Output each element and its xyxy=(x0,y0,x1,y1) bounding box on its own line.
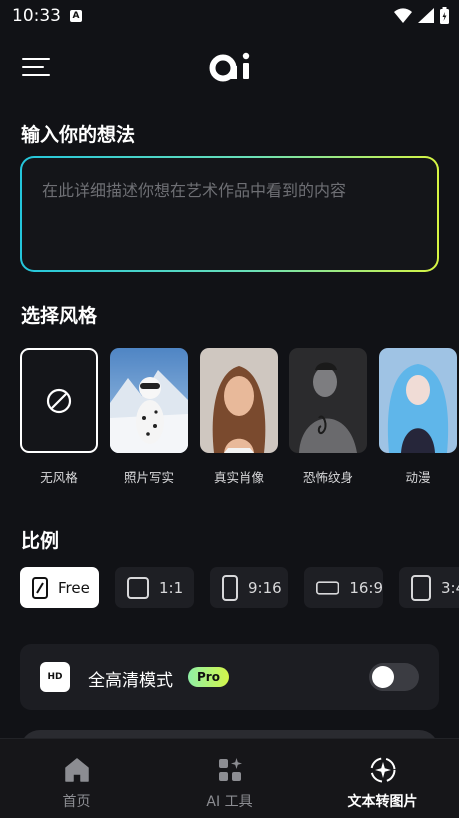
apps-sparkle-icon xyxy=(218,758,242,781)
style-label: 动漫 xyxy=(405,470,431,485)
status-icons xyxy=(394,7,449,24)
tattoo-man-thumbnail xyxy=(289,348,367,453)
app-logo xyxy=(209,52,250,82)
style-label: 恐怖纹身 xyxy=(302,470,353,485)
menu-button[interactable] xyxy=(22,58,50,78)
style-card-portrait[interactable]: 真实肖像 xyxy=(200,348,278,486)
home-icon xyxy=(64,758,89,782)
style-card-anime[interactable]: 动漫 xyxy=(379,348,457,486)
nav-item-home[interactable]: 首页 xyxy=(0,739,153,818)
photo-dog-thumbnail xyxy=(110,348,188,453)
square-ratio-icon xyxy=(127,576,149,599)
style-thumb-none xyxy=(20,348,98,453)
hd-mode-label: 全高清模式 xyxy=(88,671,173,691)
ratio-chip-1-1[interactable]: 1:1 xyxy=(115,567,194,608)
prompt-input[interactable] xyxy=(40,180,423,201)
prompt-box[interactable] xyxy=(20,156,439,272)
pro-badge: Pro xyxy=(188,667,229,687)
hd-icon: HD xyxy=(40,662,70,692)
prompt-title: 输入你的想法 xyxy=(21,124,136,146)
ratio-chip-free[interactable]: Free xyxy=(20,567,99,608)
ratio-label: 1:1 xyxy=(159,578,184,597)
ratio-chip-3-4[interactable]: 3:4 xyxy=(399,567,459,608)
notification-icon: A xyxy=(70,10,82,22)
nav-label: 文本转图片 xyxy=(347,794,418,810)
hd-mode-panel: HD 全高清模式 Pro xyxy=(20,644,439,710)
status-time: 10:33 xyxy=(12,6,61,26)
ratio-label: 3:4 xyxy=(441,578,459,597)
signal-icon xyxy=(418,8,434,23)
ratio-label: 16:9 xyxy=(349,578,383,597)
nav-item-ai-tools[interactable]: AI 工具 xyxy=(153,739,306,818)
portrait-ratio-icon xyxy=(411,574,431,601)
style-card-tattoo[interactable]: 恐怖纹身 xyxy=(289,348,367,486)
style-section-title: 选择风格 xyxy=(21,305,98,327)
ratio-section-title: 比例 xyxy=(21,530,60,552)
style-label: 无风格 xyxy=(40,470,78,485)
nav-label: AI 工具 xyxy=(206,794,253,810)
toggle-knob xyxy=(372,666,394,688)
no-style-icon xyxy=(46,388,72,413)
style-card-photo[interactable]: 照片写实 xyxy=(110,348,188,486)
portrait-ratio-icon xyxy=(222,574,238,601)
wifi-icon xyxy=(394,8,412,23)
ratio-label: 9:16 xyxy=(248,578,282,597)
bottom-nav: 首页 AI 工具 文本转图片 xyxy=(0,738,459,818)
status-bar: 10:33 A xyxy=(0,0,459,34)
nav-item-text-to-image[interactable]: 文本转图片 xyxy=(306,739,459,818)
ratio-label: Free xyxy=(58,578,90,597)
free-ratio-icon xyxy=(32,576,48,599)
anime-girl-thumbnail xyxy=(379,348,457,453)
landscape-ratio-icon xyxy=(316,580,340,595)
style-list: 无风格 照片写实 真实肖像 恐怖纹身 动漫 xyxy=(20,348,459,488)
sparkle-icon xyxy=(370,757,395,783)
ratio-list: Free 1:1 9:16 16:9 3:4 xyxy=(20,567,459,609)
nav-label: 首页 xyxy=(62,794,91,810)
style-label: 照片写实 xyxy=(123,470,174,485)
ratio-chip-16-9[interactable]: 16:9 xyxy=(304,567,383,608)
style-label: 真实肖像 xyxy=(213,470,264,485)
battery-icon xyxy=(440,7,449,24)
ratio-chip-9-16[interactable]: 9:16 xyxy=(210,567,288,608)
style-card-none[interactable]: 无风格 xyxy=(20,348,98,486)
portrait-woman-thumbnail xyxy=(200,348,278,453)
hd-mode-toggle[interactable] xyxy=(369,663,419,691)
